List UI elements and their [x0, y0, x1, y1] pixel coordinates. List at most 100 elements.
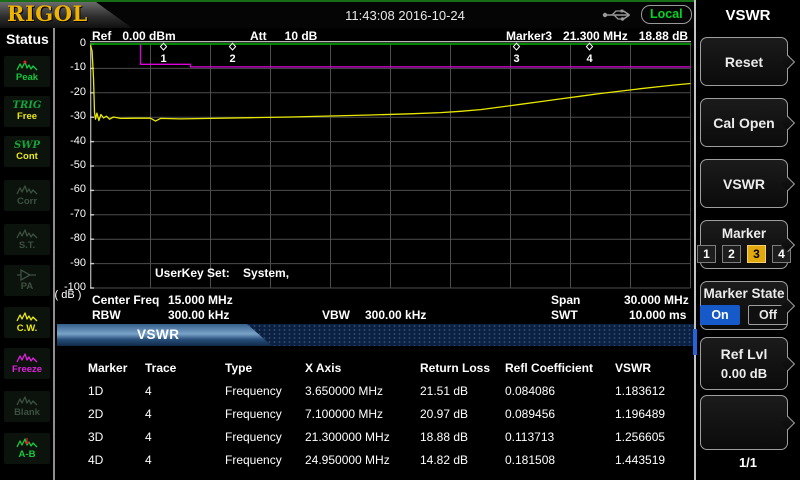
span-label: Span: [551, 293, 580, 307]
marker-option-2[interactable]: 2: [722, 245, 741, 263]
table-cell-r4-c3: Frequency: [225, 453, 305, 467]
table-header-vswr: VSWR: [615, 361, 694, 375]
table-cell-r1-c5: 21.51 dB: [420, 384, 505, 398]
y-tick--60: -60: [50, 183, 86, 196]
vbw-value: 300.00 kHz: [365, 308, 426, 322]
y-tick--70: -70: [50, 208, 86, 221]
status-icon-pa: [16, 269, 38, 281]
menu-button-cal-open[interactable]: Cal Open: [700, 98, 788, 147]
menu-button-label-marker: Marker: [722, 226, 766, 241]
marker-option-3[interactable]: 3: [747, 245, 766, 263]
table-cell-r1-c3: Frequency: [225, 384, 305, 398]
top-green-strip: [0, 0, 800, 2]
status-item-corr: Corr: [4, 180, 50, 211]
marker-number-1: 1: [160, 53, 166, 65]
menu-button-ref-lvl[interactable]: Ref Lvl0.00 dB: [700, 337, 788, 390]
table-cell-r4-c7: 1.443519: [615, 453, 694, 467]
menu-button-vswr[interactable]: VSWR: [700, 159, 788, 208]
table-cell-r3-c6: 0.113713: [505, 430, 615, 444]
status-icon-a-b: [16, 437, 38, 449]
marker-option-4[interactable]: 4: [772, 245, 791, 263]
y-tick--10: -10: [50, 61, 86, 74]
menu-button-label-cal-open: Cal Open: [713, 115, 774, 131]
status-icon-corr: [16, 184, 38, 196]
menu-button-reset[interactable]: Reset: [700, 37, 788, 86]
status-item-swp: SWPCont: [4, 136, 50, 167]
status-label-pa: PA: [21, 282, 34, 292]
status-item-a-b: A-B: [4, 433, 50, 464]
marker-table: MarkerTraceTypeX AxisReturn LossRefl Coe…: [88, 356, 694, 471]
table-cell-r2-c3: Frequency: [225, 407, 305, 421]
status-icon-freeze: [16, 352, 38, 364]
table-cell-r3-c2: 4: [145, 430, 225, 444]
rbw-label: RBW: [92, 308, 121, 322]
table-cell-r3-c1: 3D: [88, 430, 145, 444]
table-cell-r4-c1: 4D: [88, 453, 145, 467]
marker-state-off[interactable]: Off: [748, 305, 788, 325]
table-cell-r4-c6: 0.181508: [505, 453, 615, 467]
table-cell-r1-c6: 0.084086: [505, 384, 615, 398]
y-tick--90: -90: [50, 257, 86, 270]
menu-page-indicator: 1/1: [696, 455, 800, 470]
status-icon-blank: [16, 395, 38, 407]
status-label-blank: Blank: [14, 408, 40, 418]
local-mode-badge: Local: [641, 5, 692, 24]
table-cell-r3-c3: Frequency: [225, 430, 305, 444]
status-item-pa: PA: [4, 265, 50, 296]
table-cell-r2-c7: 1.196489: [615, 407, 694, 421]
status-icon-peak: [16, 60, 38, 72]
rbw-value: 300.00 kHz: [168, 308, 229, 322]
status-item-cw: C.W.: [4, 307, 50, 338]
y-axis-unit: ( dB ): [48, 289, 88, 301]
status-item-st: S.T.: [4, 224, 50, 255]
status-label-corr: Corr: [17, 197, 37, 207]
status-label-a-b: A-B: [19, 450, 36, 460]
brand-logo: RIGOL: [7, 1, 88, 26]
marker-number-3: 3: [513, 53, 519, 65]
swt-value: 10.000 ms: [629, 308, 686, 322]
status-icon-swp: SWP: [14, 141, 40, 151]
table-header-trace: Trace: [145, 361, 225, 375]
table-header-x-axis: X Axis: [305, 361, 420, 375]
table-cell-r4-c4: 24.950000 MHz: [305, 453, 420, 467]
status-panel-title: Status: [6, 31, 49, 47]
y-tick-0: 0: [50, 37, 86, 50]
status-label-freeze: Freeze: [12, 365, 42, 375]
softkey-menu: VSWR Reset Cal Open VSWR Marker 1234 Marker S…: [696, 0, 800, 480]
menu-button-marker-state[interactable]: Marker State On Off: [700, 281, 788, 330]
marker-number-2: 2: [229, 53, 235, 65]
menu-button-blank: [700, 395, 788, 450]
swt-label: SWT: [551, 308, 578, 322]
status-label-trig: Free: [17, 112, 37, 122]
banner-title: VSWR: [137, 327, 180, 342]
menu-button-label-ref-lvl: Ref Lvl: [721, 346, 768, 362]
table-cell-r2-c5: 20.97 dB: [420, 407, 505, 421]
table-header-refl-coefficient: Refl Coefficient: [505, 361, 615, 375]
instrument-screen: { "topbar": { "logo_text": "RIGOL", "tim…: [0, 0, 800, 480]
status-item-freeze: Freeze: [4, 348, 50, 379]
y-tick--80: -80: [50, 232, 86, 245]
function-banner: VSWR: [57, 324, 694, 346]
status-item-trig: TRIGFree: [4, 96, 50, 127]
span-value: 30.000 MHz: [624, 293, 689, 307]
marker-number-4: 4: [586, 53, 593, 65]
table-cell-r4-c2: 4: [145, 453, 225, 467]
status-label-st: S.T.: [19, 241, 35, 251]
table-cell-r2-c6: 0.089456: [505, 407, 615, 421]
marker-state-on[interactable]: On: [700, 305, 740, 325]
menu-button-label-marker-state: Marker State: [703, 286, 784, 301]
marker-state-row: On Off: [700, 305, 788, 325]
y-tick--40: -40: [50, 135, 86, 148]
table-cell-r1-c2: 4: [145, 384, 225, 398]
status-label-swp: Cont: [16, 152, 38, 162]
marker-option-1[interactable]: 1: [697, 245, 716, 263]
system-message: UserKey Set: System,: [155, 266, 289, 280]
table-cell-r4-c5: 14.82 dB: [420, 453, 505, 467]
table-cell-r1-c1: 1D: [88, 384, 145, 398]
menu-title: VSWR: [696, 7, 800, 24]
y-tick--50: -50: [50, 159, 86, 172]
marker-select-row: 1234: [697, 245, 791, 263]
menu-button-marker[interactable]: Marker 1234: [700, 220, 788, 269]
usb-icon: [602, 8, 636, 22]
spectrum-graph: 1 2 3 4: [90, 41, 691, 291]
